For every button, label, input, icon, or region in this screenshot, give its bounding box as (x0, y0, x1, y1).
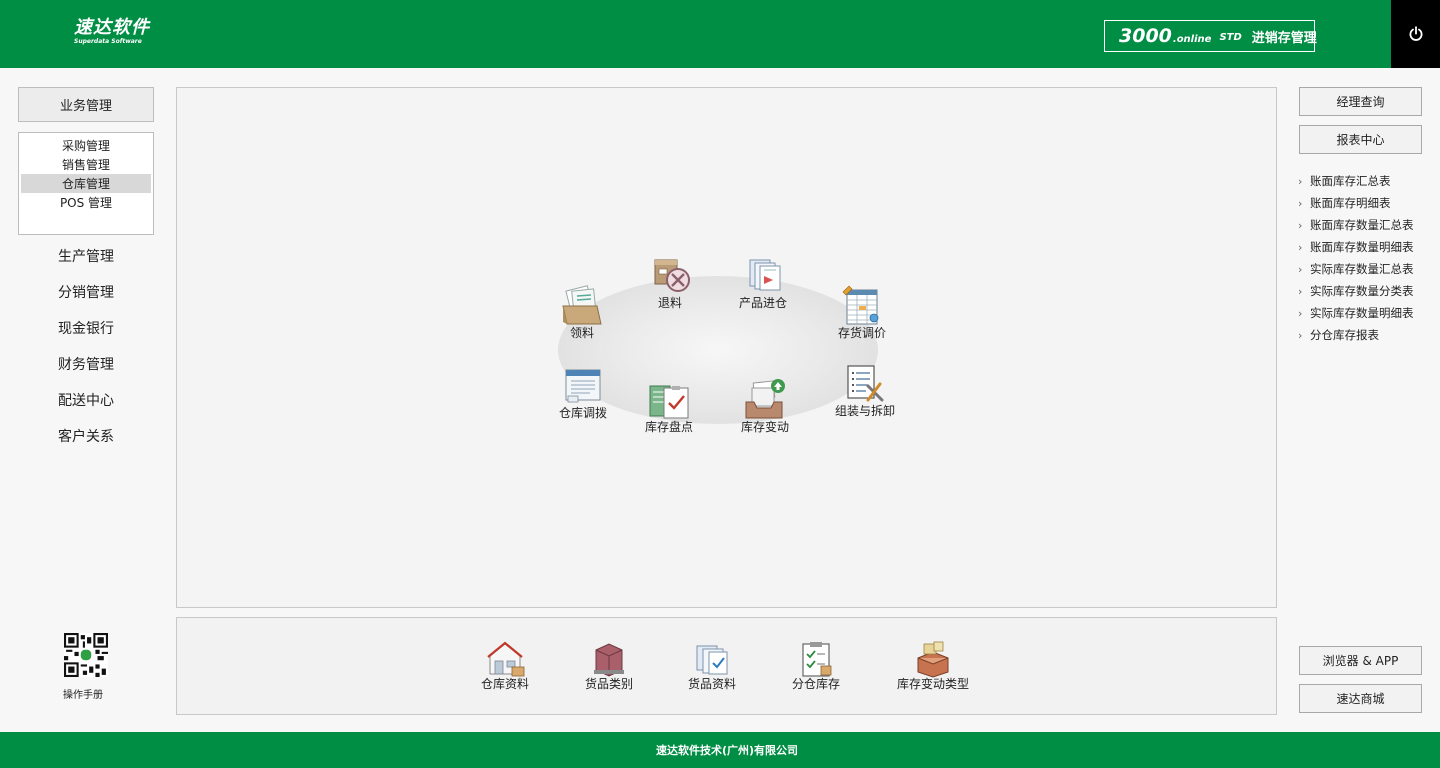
report-label: 实际库存数量明细表 (1310, 306, 1414, 320)
chevron-right-icon: › (1298, 174, 1303, 188)
submenu-item-warehouse[interactable]: 仓库管理 (21, 174, 151, 193)
nav-crm[interactable]: 客户关系 (18, 418, 154, 454)
superdata-mall-button[interactable]: 速达商城 (1299, 684, 1422, 713)
manual-label: 操作手册 (63, 690, 103, 701)
report-link[interactable]: › 实际库存数量汇总表 (1298, 258, 1438, 280)
func-material-return[interactable]: 退料 (647, 254, 693, 311)
func-assembly-disassembly[interactable]: 组装与拆卸 (835, 362, 895, 419)
func-label: 产品进仓 (739, 296, 788, 310)
submenu-item-pos[interactable]: POS 管理 (21, 193, 151, 212)
chevron-right-icon: › (1298, 262, 1303, 276)
report-label: 账面库存明细表 (1310, 196, 1391, 210)
func-material-issue[interactable]: 领料 (559, 284, 605, 341)
report-label: 分仓库存报表 (1310, 328, 1379, 342)
bottom-label: 库存变动类型 (897, 677, 970, 691)
clipboard-check-icon (649, 385, 689, 419)
logo-en-text: Superdata Software (74, 38, 142, 45)
bottom-branch-stock[interactable]: 分仓库存 (792, 640, 840, 692)
logo-cn-text: 速达软件 (74, 17, 150, 38)
warehouse-building-icon (487, 641, 525, 677)
chevron-right-icon: › (1298, 328, 1303, 342)
cargo-box-icon (594, 643, 624, 677)
top-header: 速达软件 Superdata Software 3000 .online STD… (0, 0, 1440, 68)
report-label: 账面库存数量汇总表 (1310, 218, 1414, 232)
left-nav: 生产管理 分销管理 现金银行 财务管理 配送中心 客户关系 (18, 238, 154, 454)
product-online-suffix: .online (1172, 33, 1212, 45)
bottom-warehouse-info[interactable]: 仓库资料 (481, 640, 529, 692)
func-label: 库存变动 (741, 420, 790, 434)
product-version-number: 3000 (1119, 25, 1172, 47)
nav-cash-bank[interactable]: 现金银行 (18, 310, 154, 346)
bottom-goods-category[interactable]: 货品类别 (585, 640, 633, 692)
nav-distribution[interactable]: 分销管理 (18, 274, 154, 310)
brand-logo: 速达软件 Superdata Software (74, 18, 150, 46)
chevron-right-icon: › (1298, 196, 1303, 210)
report-label: 实际库存数量汇总表 (1310, 262, 1414, 276)
manager-query-button[interactable]: 经理查询 (1299, 87, 1422, 116)
business-management-header[interactable]: 业务管理 (18, 87, 154, 122)
product-title: 进销存管理 (1251, 30, 1317, 46)
bottom-stock-change-type[interactable]: 库存变动类型 (897, 640, 969, 692)
report-link[interactable]: › 账面库存数量明细表 (1298, 236, 1438, 258)
func-label: 退料 (657, 296, 682, 310)
report-link[interactable]: › 实际库存数量分类表 (1298, 280, 1438, 302)
report-link[interactable]: › 账面库存数量汇总表 (1298, 214, 1438, 236)
bottom-label: 货品类别 (585, 677, 634, 691)
bottom-label: 分仓库存 (792, 677, 841, 691)
func-label: 库存盘点 (645, 420, 694, 434)
func-stock-count[interactable]: 库存盘点 (645, 378, 693, 435)
func-label: 存货调价 (838, 326, 887, 340)
documents-check-icon (696, 645, 728, 675)
boxes-stack-icon (917, 641, 949, 678)
nav-production[interactable]: 生产管理 (18, 238, 154, 274)
clipboard-tasks-icon (802, 642, 832, 677)
chevron-right-icon: › (1298, 306, 1303, 320)
footer-bar: 速达软件技术(广州)有限公司 (0, 732, 1440, 768)
nav-finance[interactable]: 财务管理 (18, 346, 154, 382)
report-label: 账面库存汇总表 (1310, 174, 1391, 188)
func-inventory-repricing[interactable]: 存货调价 (838, 284, 886, 341)
func-label: 组装与拆卸 (835, 404, 896, 418)
product-edition: STD (1219, 31, 1242, 43)
nav-delivery[interactable]: 配送中心 (18, 382, 154, 418)
transfer-document-icon (565, 369, 601, 403)
submenu-item-sales[interactable]: 销售管理 (21, 155, 151, 174)
product-badge: 3000 .online STD 进销存管理 (1104, 20, 1317, 52)
warehouse-function-panel: 领料 退料 产品进仓 存货调价 仓库调拨 库存盘点 库存变动 组装与拆卸 (176, 87, 1277, 608)
chevron-right-icon: › (1298, 218, 1303, 232)
func-product-stock-in[interactable]: 产品进仓 (739, 254, 787, 311)
business-submenu: 采购管理 销售管理 仓库管理 POS 管理 (18, 132, 154, 235)
bottom-label: 货品资料 (688, 677, 737, 691)
spreadsheet-price-icon (842, 285, 879, 325)
documents-inbound-icon (749, 259, 781, 291)
checklist-tools-icon (847, 365, 884, 402)
bottom-label: 仓库资料 (481, 677, 530, 691)
folder-documents-icon (562, 285, 602, 325)
submenu-item-purchase[interactable]: 采购管理 (21, 136, 151, 155)
qr-code-icon (64, 633, 108, 677)
company-name: 速达软件技术(广州)有限公司 (655, 744, 799, 757)
manual-qr[interactable]: 操作手册 (62, 633, 110, 701)
report-link[interactable]: › 实际库存数量明细表 (1298, 302, 1438, 324)
logout-button[interactable] (1391, 0, 1440, 68)
func-stock-movement[interactable]: 库存变动 (741, 378, 789, 435)
report-label: 实际库存数量分类表 (1310, 284, 1414, 298)
chevron-right-icon: › (1298, 284, 1303, 298)
bottom-goods-info[interactable]: 货品资料 (688, 640, 736, 692)
report-center-button[interactable]: 报表中心 (1299, 125, 1422, 154)
warehouse-basic-data-panel: 仓库资料 货品类别 货品资料 分仓库存 库存变动类型 (176, 617, 1277, 715)
report-link[interactable]: › 账面库存明细表 (1298, 192, 1438, 214)
func-label: 仓库调拨 (559, 406, 608, 420)
report-link[interactable]: › 分仓库存报表 (1298, 324, 1438, 346)
func-label: 领料 (569, 326, 594, 340)
report-list: › 账面库存汇总表 › 账面库存明细表 › 账面库存数量汇总表 › 账面库存数量明细表 … (1298, 170, 1438, 346)
report-link[interactable]: › 账面库存汇总表 (1298, 170, 1438, 192)
report-label: 账面库存数量明细表 (1310, 240, 1414, 254)
box-cancel-icon (654, 259, 690, 292)
inbox-upload-icon (745, 379, 785, 419)
browser-app-button[interactable]: 浏览器 & APP (1299, 646, 1422, 675)
power-icon (1409, 26, 1422, 41)
func-warehouse-transfer[interactable]: 仓库调拨 (559, 364, 607, 421)
chevron-right-icon: › (1298, 240, 1303, 254)
